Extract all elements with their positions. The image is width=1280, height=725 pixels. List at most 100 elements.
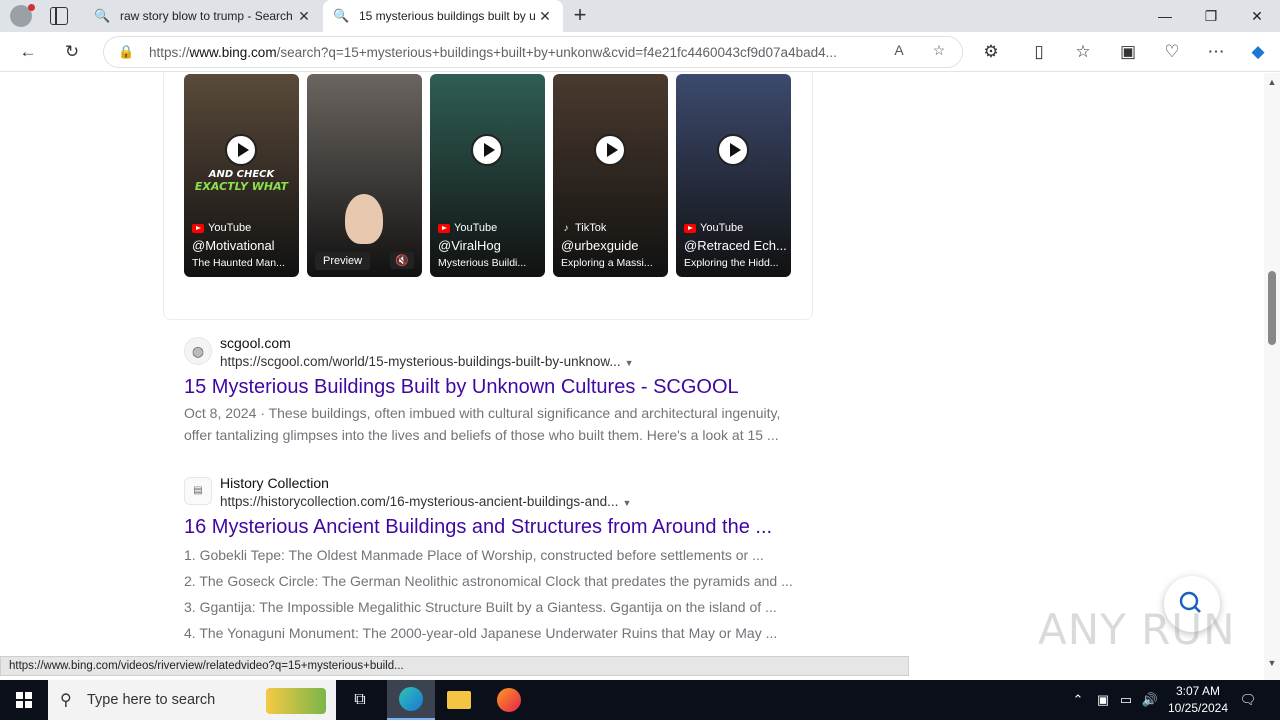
- result-snippet: Oct 8, 2024 · These buildings, often imb…: [184, 405, 781, 443]
- network-icon[interactable]: ▭: [1116, 680, 1136, 720]
- taskbar-search-box[interactable]: ⚲ Type here to search: [48, 680, 336, 720]
- new-tab-button[interactable]: +: [568, 3, 592, 27]
- video-card-preview[interactable]: Preview 🔇: [307, 74, 422, 277]
- caret-down-icon[interactable]: ▼: [622, 498, 631, 508]
- video-card[interactable]: YouTube @Retraced Ech... Exploring the H…: [676, 74, 791, 277]
- result-url[interactable]: https://historycollection.com/16-mysteri…: [220, 494, 631, 509]
- result-title-link[interactable]: 15 Mysterious Buildings Built by Unknown…: [184, 376, 804, 399]
- favorites-icon[interactable]: ☆: [1071, 40, 1095, 64]
- video-info: YouTube @ViralHog Mysterious Buildi...: [438, 222, 541, 269]
- tiktok-icon: ♪: [563, 222, 569, 234]
- video-channel: @Motivational: [192, 238, 275, 253]
- tab-title: raw story blow to trump - Search: [120, 9, 293, 23]
- result-url[interactable]: https://scgool.com/world/15-mysterious-b…: [220, 354, 634, 369]
- list-item: 4. The Yonaguni Monument: The 2000-year-…: [184, 625, 778, 641]
- video-description: Mysterious Buildi...: [438, 257, 527, 269]
- close-tab-icon[interactable]: ✕: [537, 8, 553, 25]
- video-card[interactable]: AND CHECK EXACTLY WHAT YouTube @Motivatio…: [184, 74, 299, 277]
- restore-button[interactable]: ❐: [1188, 0, 1234, 32]
- video-card[interactable]: ♪ TikTok @urbexguide Exploring a Massi...: [553, 74, 668, 277]
- play-icon[interactable]: [717, 134, 749, 166]
- list-item: 2. The Goseck Circle: The German Neolith…: [184, 573, 793, 589]
- video-carousel: AND CHECK EXACTLY WHAT YouTube @Motivatio…: [163, 73, 813, 320]
- edge-icon: [399, 687, 423, 711]
- start-button[interactable]: [0, 680, 48, 720]
- browser-tab-bar: 🔍 raw story blow to trump - Search ✕ 🔍 1…: [0, 0, 1280, 32]
- collections-icon[interactable]: ▣: [1116, 40, 1140, 64]
- search-result: ▤ History Collection https://historycoll…: [184, 475, 804, 646]
- result-site-name[interactable]: scgool.com: [220, 335, 634, 351]
- caret-down-icon[interactable]: ▼: [625, 358, 634, 368]
- video-description: Exploring the Hidd...: [684, 257, 779, 269]
- scroll-down-arrow[interactable]: ▼: [1264, 656, 1280, 670]
- play-icon[interactable]: [594, 134, 626, 166]
- firefox-app[interactable]: [485, 680, 533, 720]
- vertical-scrollbar[interactable]: ▲ ▼: [1264, 73, 1280, 680]
- show-hidden-icons[interactable]: ⌃: [1068, 680, 1088, 720]
- preview-label: Preview: [315, 252, 371, 270]
- youtube-icon: [192, 223, 204, 233]
- network-device-icon[interactable]: ▣: [1094, 680, 1112, 720]
- clock-date: 10/25/2024: [1167, 701, 1229, 715]
- search-placeholder: Type here to search: [87, 692, 216, 708]
- video-description: Exploring a Massi...: [561, 257, 653, 269]
- list-item: 3. Ggantija: The Impossible Megalithic S…: [184, 599, 777, 615]
- back-button[interactable]: ←: [16, 40, 40, 64]
- address-bar[interactable]: 🔒 https://www.bing.com/search?q=15+myste…: [103, 36, 963, 68]
- video-channel: @Retraced Ech...: [684, 238, 787, 253]
- page-content: AND CHECK EXACTLY WHAT YouTube @Motivatio…: [0, 73, 1264, 680]
- extensions-icon[interactable]: ⚙: [979, 40, 1003, 64]
- youtube-icon: [684, 223, 696, 233]
- copilot-icon[interactable]: ◆: [1246, 40, 1270, 64]
- close-window-button[interactable]: ✕: [1234, 0, 1280, 32]
- play-icon[interactable]: [471, 134, 503, 166]
- notifications-icon[interactable]: 🗨: [1236, 680, 1260, 720]
- video-info: YouTube @Motivational The Haunted Man...: [192, 222, 295, 269]
- browser-toolbar: ← ↻ 🔒 https://www.bing.com/search?q=15+m…: [0, 32, 1280, 72]
- refresh-button[interactable]: ↻: [60, 40, 84, 64]
- more-menu-icon[interactable]: ⋯: [1204, 40, 1228, 64]
- volume-icon[interactable]: 🔊: [1140, 680, 1160, 720]
- system-clock[interactable]: 3:07 AM 10/25/2024: [1160, 683, 1236, 717]
- tab-mysterious-buildings[interactable]: 🔍 15 mysterious buildings built by u ✕: [323, 0, 563, 32]
- split-screen-icon[interactable]: ▯: [1027, 40, 1051, 64]
- video-source: TikTok: [575, 222, 607, 234]
- result-title-link[interactable]: 16 Mysterious Ancient Buildings and Stru…: [184, 516, 804, 539]
- search-icon: 🔍: [94, 8, 111, 23]
- task-view-button[interactable]: ⧉: [336, 680, 384, 720]
- windows-logo-icon: [16, 692, 32, 708]
- close-tab-icon[interactable]: ✕: [296, 8, 312, 25]
- tab-actions-icon[interactable]: [50, 7, 68, 25]
- task-view-icon: ⧉: [354, 691, 366, 708]
- mute-icon[interactable]: 🔇: [390, 252, 414, 269]
- notification-dot: [28, 4, 35, 11]
- search-icon: 🔍: [333, 8, 350, 23]
- clock-time: 3:07 AM: [1175, 684, 1221, 698]
- performance-icon[interactable]: ♡: [1160, 40, 1184, 64]
- search-icon: ⚲: [60, 692, 72, 709]
- edge-taskbar-app[interactable]: [387, 680, 435, 720]
- tab-raw-story[interactable]: 🔍 raw story blow to trump - Search ✕: [84, 0, 322, 32]
- link-status-bar: https://www.bing.com/videos/riverview/re…: [0, 656, 909, 676]
- site-favicon-icon: ▤: [184, 477, 212, 505]
- favorite-star-icon[interactable]: ☆: [928, 42, 950, 64]
- video-info: ♪ TikTok @urbexguide Exploring a Massi...: [561, 222, 664, 269]
- address-url[interactable]: https://www.bing.com/search?q=15+mysteri…: [149, 45, 889, 60]
- lock-icon: 🔒: [118, 44, 135, 59]
- file-explorer-app[interactable]: [435, 680, 483, 720]
- minimize-button[interactable]: —: [1142, 0, 1188, 32]
- firefox-icon: [497, 688, 521, 712]
- video-overlay-text: AND CHECK EXACTLY WHAT: [194, 169, 289, 193]
- video-card[interactable]: YouTube @ViralHog Mysterious Buildi...: [430, 74, 545, 277]
- list-item: 1. Gobekli Tepe: The Oldest Manmade Plac…: [184, 547, 764, 563]
- search-result: ◍ scgool.com https://scgool.com/world/15…: [184, 335, 804, 446]
- scroll-thumb[interactable]: [1268, 271, 1276, 345]
- play-icon[interactable]: [225, 134, 257, 166]
- video-channel: @ViralHog: [438, 238, 501, 253]
- read-aloud-icon[interactable]: A: [888, 42, 910, 64]
- video-description: The Haunted Man...: [192, 257, 285, 269]
- scroll-up-arrow[interactable]: ▲: [1264, 75, 1280, 89]
- presenter-face: [345, 194, 383, 244]
- folder-icon: [447, 691, 471, 709]
- result-site-name[interactable]: History Collection: [220, 475, 631, 491]
